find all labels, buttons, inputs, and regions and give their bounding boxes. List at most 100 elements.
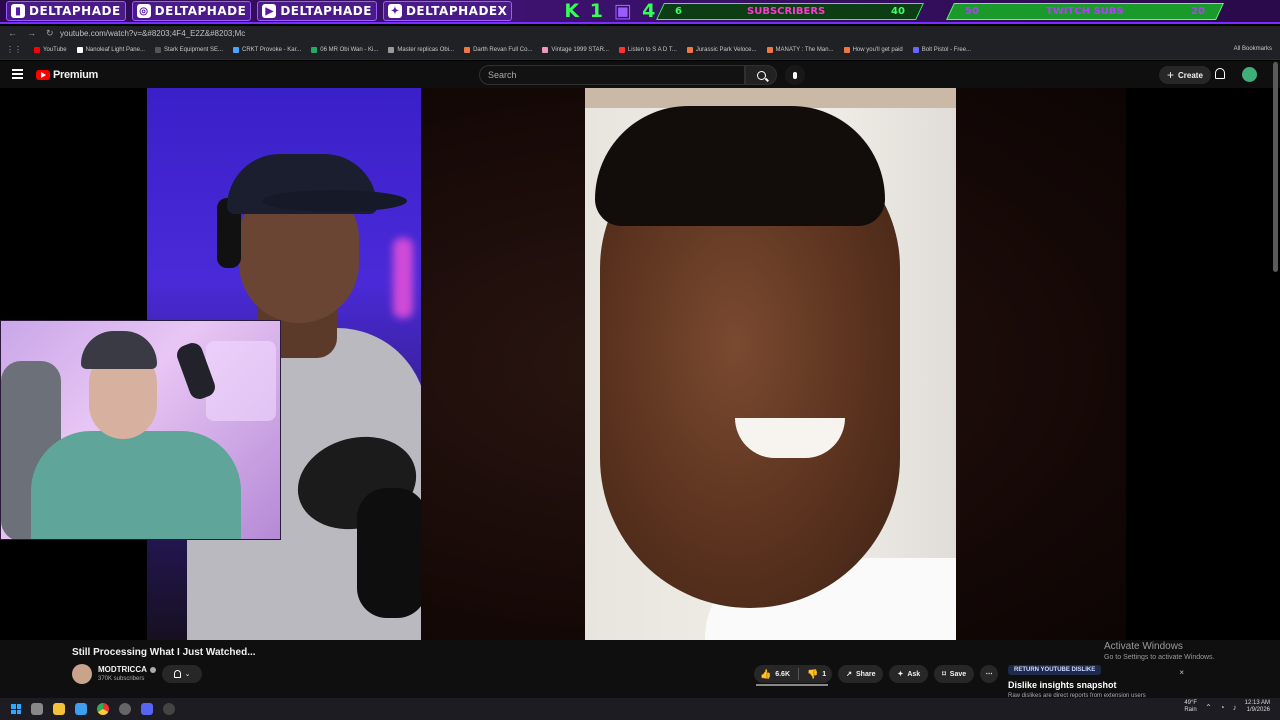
notifications-bell-icon[interactable]	[1215, 68, 1225, 79]
volume-icon[interactable]: ♪	[1233, 703, 1237, 712]
hamburger-menu-icon[interactable]	[12, 69, 23, 79]
stream-overlay: ▮ DELTAPHADE ◎ DELTAPHADE ▶ DELTAPHADE ✦…	[0, 0, 1280, 24]
chrome-icon[interactable]	[97, 703, 109, 715]
like-ratio-bar	[756, 684, 828, 686]
youtube-icon: ▶	[262, 4, 277, 18]
rd-title: Dislike insights snapshot	[1008, 680, 1117, 690]
social-handle: DELTAPHADE	[154, 4, 247, 18]
social-instagram: ◎ DELTAPHADE	[131, 1, 252, 21]
twitch-subs-label: TWITCH SUBS	[1046, 6, 1124, 17]
reaction-video-content	[585, 88, 956, 640]
browser-nav: ← → ↻	[0, 28, 60, 39]
create-button[interactable]: + Create	[1159, 66, 1211, 84]
bookmark-item[interactable]: Darth Revan Full Co...	[460, 46, 536, 53]
social-handle: DELTAPHADE	[280, 4, 372, 18]
twitter-icon: ✦	[387, 4, 402, 18]
twitch-subs-current: 50	[965, 6, 979, 17]
settings-gear-icon[interactable]	[119, 703, 131, 715]
share-button[interactable]: ↗ Share	[838, 665, 884, 683]
url-field[interactable]: youtube.com/watch?v=&#8203;4F4_E2Z&#8203…	[60, 29, 245, 38]
bookmark-icon: ⌑	[942, 671, 946, 678]
bookmark-item[interactable]: Jurassic Park Veloce...	[683, 46, 761, 53]
weather-widget[interactable]: 49°F Rain	[1184, 700, 1197, 714]
subs-goal: 40	[891, 6, 905, 17]
bookmark-item[interactable]: Listen to S A D T...	[615, 46, 681, 53]
sparkle-icon: ✦	[897, 671, 904, 678]
social-twitch: ▮ DELTAPHADE	[6, 1, 126, 21]
network-icon[interactable]: ◔	[1220, 703, 1225, 712]
youtube-play-icon	[36, 70, 50, 80]
tray-chevron-icon[interactable]: ⌃	[1205, 703, 1212, 712]
dislike-count[interactable]: 1	[822, 671, 826, 678]
page-scrollbar[interactable]	[1273, 62, 1278, 272]
dislike-insights-panel: RETURN YOUTUBE DISLIKE Dislike insights …	[1004, 658, 1194, 699]
obs-icon[interactable]	[163, 703, 175, 715]
youtube-logo[interactable]: Premium	[36, 69, 98, 81]
video-title: Still Processing What I Just Watched...	[72, 647, 256, 658]
voice-search-button[interactable]	[785, 65, 805, 85]
forward-icon[interactable]: →	[27, 28, 36, 39]
chevron-down-icon: ⌄	[184, 671, 191, 678]
k-counter: K 1 ▣ 4	[564, 0, 658, 22]
subscriber-goal-bar: 6 SUBSCRIBERS 40	[656, 3, 924, 20]
ask-button[interactable]: ✦ Ask	[889, 665, 929, 683]
social-handles: ▮ DELTAPHADE ◎ DELTAPHADE ▶ DELTAPHADE ✦…	[0, 0, 513, 22]
reload-icon[interactable]: ↻	[46, 28, 54, 39]
brand-label: Premium	[53, 69, 98, 81]
windows-start-icon[interactable]	[11, 704, 21, 714]
account-avatar[interactable]	[1242, 67, 1257, 82]
close-icon[interactable]: ×	[1179, 668, 1184, 677]
like-count[interactable]: 6.6K	[775, 671, 790, 678]
video-player[interactable]	[0, 88, 1280, 640]
subscription-bell-button[interactable]: ⌄	[162, 665, 202, 683]
bookmark-item[interactable]: Master replicas Obi...	[384, 46, 458, 53]
twitch-icon: ▮	[11, 4, 25, 18]
all-bookmarks[interactable]: All Bookmarks	[1234, 46, 1272, 52]
bookmarks-bar: ⋮⋮ YouTube Nanoleaf Light Pane... Stark …	[0, 40, 1280, 60]
twitch-glyph-icon: ▣	[613, 0, 634, 22]
bookmark-item[interactable]: YouTube	[30, 46, 71, 53]
subs-current: 6	[675, 6, 682, 17]
bookmark-item[interactable]: CRKT Provoke - Kar...	[229, 46, 305, 53]
task-view-icon[interactable]	[31, 703, 43, 715]
thumbs-down-icon[interactable]: 👎	[807, 669, 818, 680]
save-button[interactable]: ⌑ Save	[934, 665, 975, 683]
share-icon: ↗	[846, 671, 853, 678]
thumbs-up-icon[interactable]: 👍	[760, 669, 771, 680]
social-twitter: ✦ DELTAPHADEX	[382, 1, 513, 21]
social-handle: DELTAPHADE	[29, 4, 121, 18]
address-bar: ← → ↻ youtube.com/watch?v=&#8203;4F4_E2Z…	[0, 26, 1280, 40]
bell-icon	[173, 670, 181, 678]
channel-name[interactable]: MODTRICCA	[98, 665, 156, 674]
discord-icon[interactable]	[141, 703, 153, 715]
file-explorer-icon[interactable]	[53, 703, 65, 715]
social-youtube: ▶ DELTAPHADE	[257, 1, 377, 21]
bookmark-item[interactable]: Bolt Pistol - Free...	[909, 46, 975, 53]
clock[interactable]: 12:13 AM 1/9/2026	[1245, 700, 1270, 714]
search-button[interactable]	[745, 65, 777, 85]
apps-icon[interactable]: ⋮⋮	[6, 45, 22, 54]
system-tray: 49°F Rain ⌃ ◔ ♪ 12:13 AM 1/9/2026	[1184, 700, 1270, 714]
creator-webcam	[0, 320, 281, 540]
back-icon[interactable]: ←	[8, 28, 17, 39]
video-actions: 👍 6.6K 👎 1 ↗ Share ✦ Ask ⌑ Save ⋯	[754, 665, 999, 683]
microphone-icon	[793, 71, 797, 79]
windows-taskbar: 49°F Rain ⌃ ◔ ♪ 12:13 AM 1/9/2026	[0, 698, 1280, 720]
paper-plane-icon[interactable]	[75, 703, 87, 715]
plus-icon: +	[1167, 68, 1175, 82]
more-icon: ⋯	[985, 671, 993, 678]
bookmark-item[interactable]: How you'll get paid	[840, 46, 907, 53]
bookmark-item[interactable]: Stark Equipment SE...	[151, 46, 227, 53]
bookmark-item[interactable]: Vintage 1999 STAR...	[538, 46, 612, 53]
channel-avatar[interactable]	[72, 664, 92, 684]
bookmark-item[interactable]: Nanoleaf Light Pane...	[73, 46, 149, 53]
youtube-header: Premium Search + Create	[0, 61, 1280, 88]
twitch-subs-goal-bar: 50 TWITCH SUBS 20	[946, 3, 1224, 20]
subs-label: SUBSCRIBERS	[747, 6, 826, 17]
search-input[interactable]: Search	[479, 65, 745, 85]
twitch-subs-goal: 20	[1191, 6, 1205, 17]
more-actions-button[interactable]: ⋯	[980, 665, 999, 683]
like-dislike-group: 👍 6.6K 👎 1	[754, 665, 833, 683]
bookmark-item[interactable]: 06 MR Obi Wan - Ki...	[307, 46, 382, 53]
bookmark-item[interactable]: MANATY : The Man...	[763, 46, 838, 53]
